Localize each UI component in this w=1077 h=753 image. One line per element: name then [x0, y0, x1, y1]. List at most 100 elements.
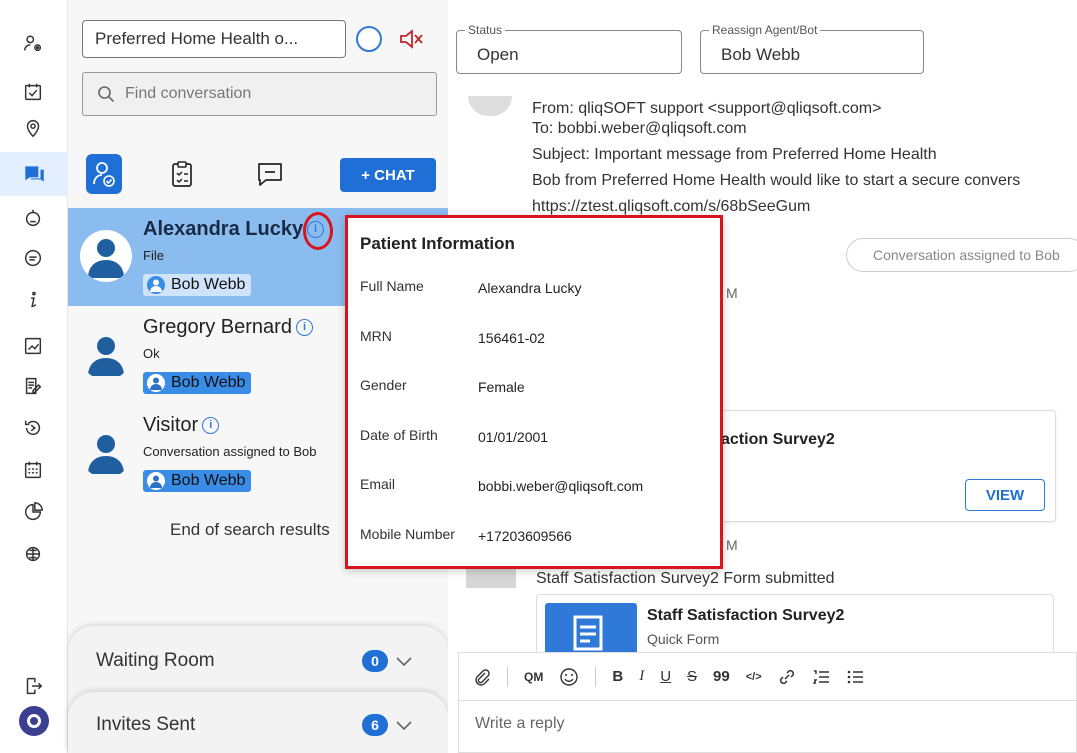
messages-filter[interactable]	[252, 154, 288, 194]
message-icon[interactable]	[19, 244, 47, 272]
email-body: Bob from Preferred Home Health would lik…	[532, 172, 1021, 189]
agent-avatar-icon	[147, 276, 165, 294]
form-edit-icon[interactable]	[19, 372, 47, 400]
form-card-title: Staff Satisfaction Survey2	[647, 607, 845, 624]
form-submitted-text: Staff Satisfaction Survey2 Form submitte…	[536, 570, 835, 587]
clipboard-icon	[172, 161, 192, 187]
numbered-list-icon[interactable]	[812, 668, 830, 686]
bold-button[interactable]: B	[612, 668, 623, 685]
location-icon[interactable]	[19, 114, 47, 142]
agent-settings-icon[interactable]	[19, 30, 47, 58]
avatar	[80, 328, 132, 380]
waiting-room-label: Waiting Room	[96, 650, 215, 671]
view-button[interactable]: VIEW	[965, 479, 1045, 511]
status-select[interactable]: Status Open	[456, 23, 682, 74]
sender-avatar	[468, 96, 512, 116]
pie-chart-icon[interactable]	[19, 498, 47, 526]
form-card-subtitle: Quick Form	[647, 631, 720, 647]
bulleted-list-icon[interactable]	[846, 668, 864, 686]
patient-info-icon[interactable]: i	[202, 417, 220, 435]
bot-icon[interactable]	[19, 204, 47, 232]
code-button[interactable]: </>	[746, 671, 762, 683]
waiting-room-count: 0	[362, 650, 388, 672]
survey-card-title: action Survey2	[721, 431, 835, 448]
field-value: 156461-02	[478, 330, 545, 346]
chat-header: Status Open Reassign Agent/Bot Bob Webb	[448, 0, 1077, 90]
organization-select[interactable]: Preferred Home Health o...	[82, 20, 346, 58]
quote-button[interactable]: 99	[713, 668, 730, 685]
invites-sent-count: 6	[362, 714, 388, 736]
chevron-down-icon	[396, 657, 412, 667]
qliqsoft-logo	[19, 706, 49, 736]
emoji-icon[interactable]	[559, 667, 579, 687]
avatar	[80, 230, 132, 282]
reassign-legend: Reassign Agent/Bot	[709, 23, 821, 37]
reply-composer: QM B I U S 99 </>	[458, 652, 1077, 753]
user-check-icon	[93, 162, 115, 187]
chevron-down-icon	[396, 721, 412, 731]
field-label: Mobile Number	[360, 526, 455, 542]
field-label: MRN	[360, 328, 392, 344]
attachment-icon[interactable]	[473, 668, 491, 686]
field-value: +17203609566	[478, 528, 572, 544]
invites-sent-drawer[interactable]: Invites Sent 6	[68, 692, 448, 753]
invites-sent-label: Invites Sent	[96, 714, 196, 735]
chat-icon[interactable]	[0, 152, 68, 196]
conversation-name: Visitor i	[143, 414, 220, 437]
patient-email-row: Email bobbi.weber@qliqsoft.com	[360, 476, 710, 498]
search-icon	[98, 86, 115, 103]
conversation-filter-toolbar: + CHAT	[68, 150, 448, 198]
quick-message-button[interactable]: QM	[524, 670, 543, 684]
field-label: Date of Birth	[360, 427, 438, 443]
network-icon[interactable]	[19, 540, 47, 568]
patient-info-icon[interactable]: i	[295, 319, 313, 337]
assigned-agent-badge: Bob Webb	[143, 372, 252, 394]
my-conversations-filter[interactable]	[86, 154, 122, 194]
reply-input[interactable]	[475, 715, 1065, 733]
email-subject: Subject: Important message from Preferre…	[532, 146, 937, 163]
end-of-results-label: End of search results	[170, 520, 330, 539]
new-chat-button[interactable]: + CHAT	[340, 158, 436, 192]
comment-icon	[258, 163, 282, 186]
field-value: 01/01/2001	[478, 429, 549, 445]
popover-title: Patient Information	[360, 234, 515, 253]
strikethrough-button[interactable]: S	[687, 668, 697, 685]
patient-mobile-row: Mobile Number +17203609566	[360, 526, 710, 548]
calendar-check-icon[interactable]	[19, 78, 47, 106]
agent-name: Bob Webb	[171, 374, 246, 391]
toolbar-divider	[507, 666, 508, 687]
history-icon[interactable]	[19, 414, 47, 442]
email-to: To: bobbi.weber@qliqsoft.com	[532, 120, 747, 137]
logout-icon[interactable]	[19, 672, 47, 700]
reassign-agent-select[interactable]: Reassign Agent/Bot Bob Webb	[700, 23, 924, 74]
icon-rail	[0, 0, 68, 753]
app-window: Preferred Home Health o... + CHAT	[0, 0, 1077, 753]
link-icon[interactable]	[778, 668, 796, 686]
mute-icon[interactable]	[396, 24, 426, 54]
field-label: Email	[360, 476, 396, 492]
field-value: Female	[478, 379, 525, 395]
search-input[interactable]	[125, 85, 425, 103]
patient-full-name-row: Full Name Alexandra Lucky	[360, 278, 710, 300]
status-value: Open	[477, 45, 519, 64]
italic-button[interactable]: I	[639, 668, 644, 685]
patient-dob-row: Date of Birth 01/01/2001	[360, 427, 710, 449]
calendar-icon[interactable]	[19, 456, 47, 484]
clipboard-filter[interactable]	[164, 154, 200, 194]
formatting-toolbar: QM B I U S 99 </>	[459, 653, 1077, 701]
organization-select-value: Preferred Home Health o...	[95, 29, 299, 48]
patient-mrn-row: MRN 156461-02	[360, 328, 710, 350]
email-message: From: qliqSOFT support <support@qliqsoft…	[532, 100, 1020, 220]
agent-name: Bob Webb	[171, 276, 246, 293]
search-field[interactable]	[82, 72, 437, 116]
conversation-name: Alexandra Lucky i	[143, 218, 325, 241]
toolbar-divider	[595, 666, 597, 687]
info-icon[interactable]	[19, 286, 47, 314]
report-icon[interactable]	[19, 332, 47, 360]
presence-status-toggle[interactable]	[356, 26, 382, 52]
agent-name: Bob Webb	[171, 472, 246, 489]
message-time-fragment: M	[726, 285, 738, 301]
avatar	[80, 426, 132, 478]
underline-button[interactable]: U	[660, 668, 671, 685]
status-legend: Status	[465, 23, 506, 37]
